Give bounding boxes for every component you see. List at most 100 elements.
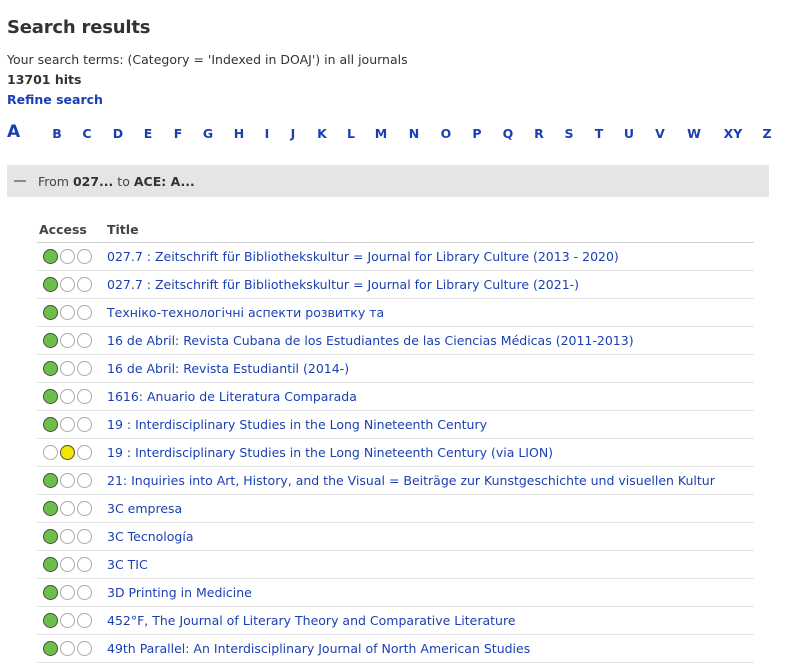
table-row: 452°F, The Journal of Literary Theory an… — [37, 607, 754, 635]
alphabet-letter-h[interactable]: H — [234, 126, 244, 141]
journal-title-link[interactable]: 3D Printing in Medicine — [107, 585, 252, 600]
alphabet-letter-j[interactable]: J — [291, 126, 296, 141]
yellow-light-icon — [60, 445, 75, 460]
column-header-access: Access — [39, 222, 87, 237]
empty-light-icon — [77, 249, 92, 264]
table-row: 49th Parallel: An Interdisciplinary Jour… — [37, 635, 754, 663]
access-indicator — [43, 585, 93, 600]
journal-title-link[interactable]: 1616: Anuario de Literatura Comparada — [107, 389, 357, 404]
access-indicator — [43, 249, 93, 264]
empty-light-icon — [60, 641, 75, 656]
journal-title-link[interactable]: 3C TIC — [107, 557, 148, 572]
journal-title-link[interactable]: Техніко-технологічні аспекти розвитку та — [107, 305, 384, 320]
alphabet-letter-p[interactable]: P — [472, 126, 481, 141]
journal-title-link[interactable]: 19 : Interdisciplinary Studies in the Lo… — [107, 417, 487, 432]
journal-title-link[interactable]: 3C Tecnología — [107, 529, 194, 544]
journal-title-link[interactable]: 452°F, The Journal of Literary Theory an… — [107, 613, 516, 628]
alphabet-nav: A B C D E F G H I J K L M N O P Q R S T U V W XY Z — [0, 122, 789, 146]
green-light-icon — [43, 529, 58, 544]
alphabet-letter-v[interactable]: V — [655, 126, 665, 141]
alphabet-letter-t[interactable]: T — [595, 126, 604, 141]
column-header-title: Title — [107, 222, 139, 237]
empty-light-icon — [77, 557, 92, 572]
empty-light-icon — [60, 333, 75, 348]
table-row: 027.7 : Zeitschrift für Bibliothekskultu… — [37, 243, 754, 271]
alphabet-letter-current[interactable]: A — [7, 122, 20, 142]
empty-light-icon — [60, 529, 75, 544]
empty-light-icon — [77, 417, 92, 432]
journal-title-link[interactable]: 16 de Abril: Revista Cubana de los Estud… — [107, 333, 634, 348]
table-body: 027.7 : Zeitschrift für Bibliothekskultu… — [37, 243, 754, 663]
journal-title-link[interactable]: 49th Parallel: An Interdisciplinary Jour… — [107, 641, 530, 656]
range-header[interactable]: From 027... to ACE: A... — [7, 165, 769, 197]
range-to-value: ACE: A... — [133, 174, 195, 189]
alphabet-letter-l[interactable]: L — [347, 126, 355, 141]
green-light-icon — [43, 501, 58, 516]
access-indicator — [43, 417, 93, 432]
table-row: 1616: Anuario de Literatura Comparada — [37, 383, 754, 411]
table-row: 3C empresa — [37, 495, 754, 523]
journal-title-link[interactable]: 16 de Abril: Revista Estudiantil (2014-) — [107, 361, 349, 376]
access-indicator — [43, 557, 93, 572]
journal-title-link[interactable]: 027.7 : Zeitschrift für Bibliothekskultu… — [107, 249, 619, 264]
green-light-icon — [43, 473, 58, 488]
green-light-icon — [43, 249, 58, 264]
empty-light-icon — [60, 473, 75, 488]
alphabet-letter-c[interactable]: C — [82, 126, 91, 141]
range-to-label: to — [117, 174, 130, 189]
alphabet-letter-e[interactable]: E — [144, 126, 153, 141]
access-indicator — [43, 501, 93, 516]
page-title: Search results — [7, 17, 151, 38]
empty-light-icon — [77, 641, 92, 656]
table-row: 16 de Abril: Revista Estudiantil (2014-) — [37, 355, 754, 383]
empty-light-icon — [60, 585, 75, 600]
table-row: 027.7 : Zeitschrift für Bibliothekskultu… — [37, 271, 754, 299]
minus-icon[interactable] — [14, 180, 26, 182]
refine-search-link[interactable]: Refine search — [7, 92, 103, 107]
access-indicator — [43, 389, 93, 404]
empty-light-icon — [60, 305, 75, 320]
empty-light-icon — [77, 613, 92, 628]
green-light-icon — [43, 361, 58, 376]
alphabet-letter-b[interactable]: B — [52, 126, 62, 141]
alphabet-letter-d[interactable]: D — [113, 126, 123, 141]
journal-title-link[interactable]: 19 : Interdisciplinary Studies in the Lo… — [107, 445, 553, 460]
journal-title-link[interactable]: 027.7 : Zeitschrift für Bibliothekskultu… — [107, 277, 579, 292]
empty-light-icon — [77, 277, 92, 292]
alphabet-letter-q[interactable]: Q — [503, 126, 514, 141]
table-row: 16 de Abril: Revista Cubana de los Estud… — [37, 327, 754, 355]
table-row: 19 : Interdisciplinary Studies in the Lo… — [37, 411, 754, 439]
alphabet-letter-xy[interactable]: XY — [724, 126, 743, 141]
alphabet-letter-r[interactable]: R — [534, 126, 544, 141]
journal-title-link[interactable]: 3C empresa — [107, 501, 182, 516]
alphabet-letter-f[interactable]: F — [174, 126, 183, 141]
search-terms: Your search terms: (Category = 'Indexed … — [7, 52, 408, 67]
access-indicator — [43, 613, 93, 628]
alphabet-letter-w[interactable]: W — [687, 126, 701, 141]
green-light-icon — [43, 305, 58, 320]
alphabet-letter-i[interactable]: I — [265, 126, 270, 141]
alphabet-letter-z[interactable]: Z — [762, 126, 771, 141]
alphabet-letter-m[interactable]: M — [375, 126, 387, 141]
empty-light-icon — [77, 585, 92, 600]
empty-light-icon — [43, 445, 58, 460]
alphabet-letter-s[interactable]: S — [564, 126, 573, 141]
alphabet-letter-n[interactable]: N — [409, 126, 419, 141]
alphabet-letter-k[interactable]: K — [317, 126, 327, 141]
table-row: 21: Inquiries into Art, History, and the… — [37, 467, 754, 495]
empty-light-icon — [60, 249, 75, 264]
alphabet-letter-g[interactable]: G — [203, 126, 213, 141]
journal-title-link[interactable]: 21: Inquiries into Art, History, and the… — [107, 473, 715, 488]
green-light-icon — [43, 417, 58, 432]
alphabet-letter-o[interactable]: O — [441, 126, 452, 141]
access-indicator — [43, 473, 93, 488]
green-light-icon — [43, 333, 58, 348]
access-indicator — [43, 361, 93, 376]
empty-light-icon — [77, 473, 92, 488]
table-row: 3C TIC — [37, 551, 754, 579]
empty-light-icon — [77, 529, 92, 544]
alphabet-letter-u[interactable]: U — [624, 126, 634, 141]
table-header: Access Title — [37, 216, 754, 243]
empty-light-icon — [60, 417, 75, 432]
table-row: Техніко-технологічні аспекти розвитку та — [37, 299, 754, 327]
